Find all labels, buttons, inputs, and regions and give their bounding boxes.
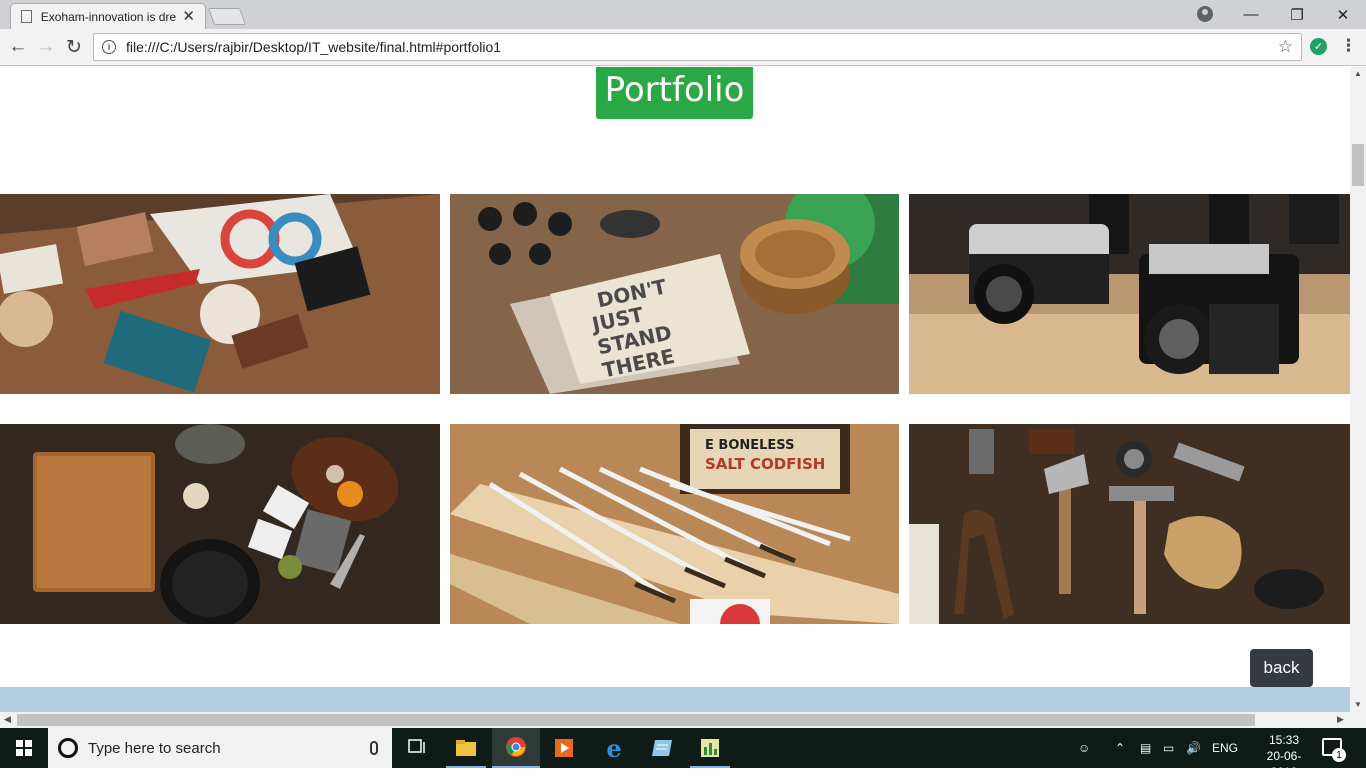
reload-icon[interactable]: ↻ [62, 35, 86, 59]
search-placeholder: Type here to search [88, 739, 221, 757]
portfolio-photo-notebook[interactable]: DON'T JUST STAND THERE [450, 194, 899, 394]
new-tab-button[interactable] [207, 8, 247, 25]
forward-arrow-icon[interactable]: → [34, 35, 58, 59]
notepad-icon [652, 740, 672, 756]
chrome-taskbar-button[interactable] [492, 728, 540, 768]
edge-icon: e [606, 733, 622, 763]
svg-text:SALT CODFISH: SALT CODFISH [705, 455, 825, 473]
edge-button[interactable]: e [590, 728, 638, 768]
media-player-button[interactable] [540, 728, 588, 768]
volume-icon[interactable]: 🔊 [1186, 728, 1201, 768]
back-button[interactable]: back [1250, 649, 1313, 687]
back-arrow-icon[interactable]: ← [6, 35, 30, 59]
bookmark-star-icon[interactable]: ☆ [1278, 37, 1293, 57]
scroll-left-icon[interactable]: ◀ [4, 714, 11, 725]
clock-time: 15:33 [1268, 733, 1300, 747]
restore-button[interactable]: ❐ [1274, 0, 1320, 29]
page-viewport: Portfolio DON'T JUST STAND THERE E BONEL… [0, 67, 1350, 712]
windows-logo-icon [16, 740, 32, 756]
spreadsheet-button[interactable] [686, 728, 734, 768]
people-icon[interactable]: ☺ [1078, 728, 1090, 768]
windows-taskbar: Type here to search e ☺ ⌃ ▤ ▭ 🔊 ENG 15:3… [0, 728, 1366, 779]
notification-count-badge: 1 [1332, 748, 1346, 762]
browser-tab[interactable]: Exoham-innovation is dre ✕ [10, 3, 206, 29]
portfolio-photo-kitchen[interactable] [0, 424, 440, 624]
task-view-button[interactable] [394, 728, 442, 768]
tab-close-icon[interactable]: ✕ [182, 9, 195, 24]
spreadsheet-icon [701, 739, 719, 757]
close-window-button[interactable]: ✕ [1320, 0, 1366, 29]
kitchen-photo [0, 424, 440, 624]
tab-title: Exoham-innovation is dre [40, 9, 177, 24]
page-icon [21, 10, 32, 23]
show-hidden-icons-icon[interactable]: ⌃ [1115, 728, 1125, 768]
taskbar-search-box[interactable]: Type here to search [48, 728, 392, 768]
svg-text:E BONELESS: E BONELESS [705, 438, 794, 453]
network-icon[interactable]: ▤ [1140, 728, 1151, 768]
minimize-button[interactable]: — [1228, 0, 1274, 29]
file-explorer-button[interactable] [442, 728, 490, 768]
taskbar-clock[interactable]: 15:33 20-06-2018 [1254, 732, 1314, 780]
microphone-icon[interactable] [370, 741, 378, 755]
scroll-down-icon[interactable]: ▼ [1354, 700, 1362, 709]
footer-band [0, 687, 1350, 712]
browser-toolbar: ← → ↻ i ☆ ✓ ⋮ [0, 29, 1366, 66]
chrome-icon [506, 737, 526, 757]
vertical-scroll-thumb[interactable] [1352, 144, 1364, 186]
browser-tabstrip: Exoham-innovation is dre ✕ — ❐ ✕ [0, 0, 1366, 29]
tools-photo [909, 424, 1350, 624]
start-button[interactable] [0, 728, 48, 768]
clock-date: 20-06-2018 [1266, 749, 1302, 779]
battery-icon[interactable]: ▭ [1163, 728, 1174, 768]
cameras-photo [909, 194, 1350, 394]
brushes-photo: E BONELESS SALT CODFISH [450, 424, 899, 624]
vertical-scrollbar[interactable]: ▲ ▼ [1350, 67, 1366, 712]
portfolio-photo-tools[interactable] [909, 424, 1350, 624]
address-bar[interactable]: i ☆ [93, 33, 1302, 61]
folder-icon [456, 740, 476, 756]
task-view-icon [408, 739, 425, 753]
media-player-icon [555, 739, 573, 757]
extension-check-icon[interactable]: ✓ [1310, 38, 1327, 55]
language-indicator[interactable]: ENG [1212, 728, 1238, 768]
url-input[interactable] [126, 39, 1278, 55]
portfolio-photo-desk[interactable] [0, 194, 440, 394]
browser-menu-icon[interactable]: ⋮ [1340, 36, 1357, 56]
notebook-photo: DON'T JUST STAND THERE [450, 194, 899, 394]
info-icon[interactable]: i [102, 40, 116, 54]
horizontal-scroll-thumb[interactable] [17, 714, 1255, 726]
portfolio-photo-cameras[interactable] [909, 194, 1350, 394]
horizontal-scrollbar[interactable]: ◀ ▶ [0, 712, 1366, 728]
cortana-icon [58, 738, 78, 758]
portfolio-photo-brushes[interactable]: E BONELESS SALT CODFISH [450, 424, 899, 624]
scroll-up-icon[interactable]: ▲ [1354, 69, 1362, 78]
profile-icon[interactable] [1197, 6, 1213, 22]
portfolio-heading: Portfolio [596, 67, 753, 119]
scroll-right-icon[interactable]: ▶ [1337, 714, 1344, 725]
desk-photo [0, 194, 440, 394]
notepad-button[interactable] [638, 728, 686, 768]
